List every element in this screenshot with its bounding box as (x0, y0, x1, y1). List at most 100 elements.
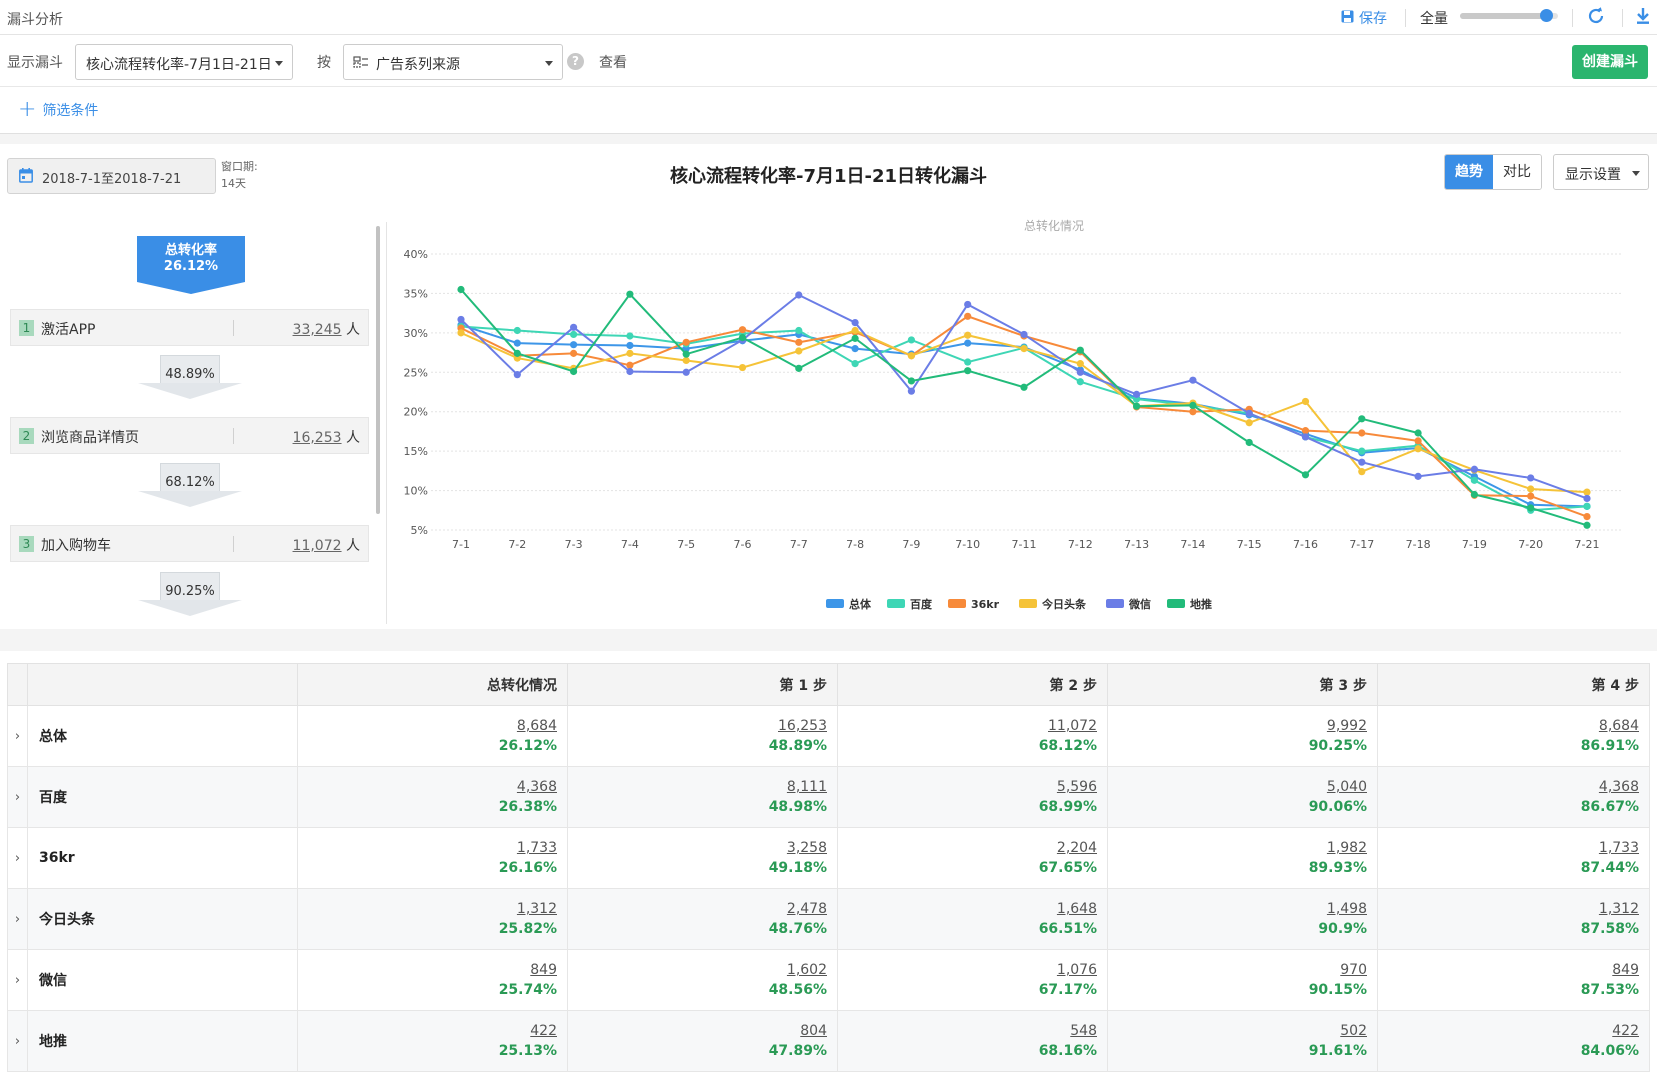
chevron-right-icon: › (14, 911, 21, 927)
cell-count-link[interactable]: 2,204 (838, 838, 1097, 858)
data-point (851, 326, 859, 335)
create-funnel-button[interactable]: 创建漏斗 (1572, 45, 1648, 79)
x-tick-label: 7-7 (790, 538, 808, 551)
expand-row-toggle[interactable]: › (7, 766, 28, 828)
chevron-right-icon: › (14, 972, 21, 988)
cell-count-link[interactable]: 3,258 (568, 838, 827, 858)
chevron-right-icon: › (14, 1033, 21, 1049)
data-point (907, 352, 916, 360)
data-point (907, 387, 916, 395)
view-label: 查看 (599, 55, 627, 71)
cell-count-link[interactable]: 1,312 (298, 899, 557, 919)
download-icon[interactable] (1636, 7, 1650, 29)
tab-trend[interactable]: 趋势 (1445, 155, 1493, 189)
cell-count-link[interactable]: 422 (298, 1021, 557, 1041)
data-point (1301, 397, 1310, 406)
cell-count-link[interactable]: 1,982 (1108, 838, 1367, 858)
column-header[interactable]: 第 4 步 (1377, 663, 1650, 706)
cell-count-link[interactable]: 849 (1378, 960, 1639, 980)
data-point (626, 341, 634, 350)
legend-swatch (1019, 599, 1037, 608)
funnel-step[interactable]: 3 加入购物车 11,072 人 (10, 525, 369, 562)
data-point (1358, 458, 1366, 466)
cell-count-link[interactable]: 1,733 (1378, 838, 1639, 858)
step-count[interactable]: 33,245 人 (293, 319, 360, 339)
data-point (1527, 485, 1535, 493)
cell-count-link[interactable]: 4,368 (298, 777, 557, 797)
y-tick-label: 10% (404, 485, 428, 498)
data-point (1470, 465, 1478, 473)
column-header (27, 663, 298, 706)
table-row: › 百度 4,368 26.38% 8,111 48.98% 5,596 68.99% 5,04… (7, 766, 1650, 828)
column-header[interactable]: 第 3 步 (1107, 663, 1378, 706)
sample-slider[interactable] (1460, 9, 1558, 22)
trend-chart: 总转化情况 5% 10% 15% 20% 25% 30% 35% 40% 7-1 7-2 7-3 7-4… (390, 206, 1657, 626)
cell-count-link[interactable]: 970 (1108, 960, 1367, 980)
funnel-step[interactable]: 2 浏览商品详情页 16,253 人 (10, 417, 369, 454)
funnel-step[interactable]: 1 激活APP 33,245 人 (10, 309, 369, 346)
refresh-icon[interactable] (1587, 7, 1605, 29)
expand-row-toggle[interactable]: › (7, 827, 28, 889)
total-conversion-label: 总转化率 (164, 243, 217, 258)
cell-count-link[interactable]: 1,498 (1108, 899, 1367, 919)
cell-count-link[interactable]: 1,076 (838, 960, 1097, 980)
cell-count-link[interactable]: 8,684 (1378, 716, 1639, 736)
column-header[interactable]: 总转化情况 (297, 663, 568, 706)
step-conversion-rate: 68.12% (165, 475, 215, 490)
cell-count-link[interactable]: 16,253 (568, 716, 827, 736)
x-tick-label: 7-4 (621, 538, 639, 551)
cell-count-link[interactable]: 1,733 (298, 838, 557, 858)
slider-knob[interactable] (1540, 9, 1554, 22)
panel-divider (386, 222, 387, 624)
legend-label: 总体 (849, 597, 872, 611)
cell-count-link[interactable]: 8,111 (568, 777, 827, 797)
help-icon[interactable]: ? (567, 53, 584, 70)
divider (1622, 9, 1623, 27)
data-point (907, 336, 916, 344)
step-count[interactable]: 11,072 人 (293, 535, 360, 555)
cell-count-link[interactable]: 8,684 (298, 716, 557, 736)
series-line (460, 293, 1588, 500)
funnel-scrollbar[interactable] (376, 226, 380, 514)
expand-row-toggle[interactable]: › (7, 1010, 28, 1072)
cell-count-link[interactable]: 1,602 (568, 960, 827, 980)
expand-row-toggle[interactable]: › (7, 949, 28, 1011)
cell-count-link[interactable]: 804 (568, 1021, 827, 1041)
data-point (1358, 468, 1366, 476)
trend-chart-svg: 总转化情况 5% 10% 15% 20% 25% 30% 35% 40% 7-1 7-2 7-3 7-4… (404, 218, 1623, 611)
cell-count-link[interactable]: 849 (298, 960, 557, 980)
column-header[interactable]: 第 1 步 (567, 663, 838, 706)
cell-count-link[interactable]: 1,648 (838, 899, 1097, 919)
table-cell: 422 84.06% (1377, 1010, 1650, 1072)
cell-count-link[interactable]: 5,040 (1108, 777, 1367, 797)
cell-count-link[interactable]: 5,596 (838, 777, 1097, 797)
expand-row-toggle[interactable]: › (7, 888, 28, 950)
step-number: 1 (19, 320, 34, 336)
funnel-select[interactable]: 核心流程转化率-7月1日-21日 (75, 44, 293, 80)
column-header[interactable]: 第 2 步 (837, 663, 1108, 706)
legend-swatch (948, 599, 966, 608)
cell-count-link[interactable]: 9,992 (1108, 716, 1367, 736)
cell-count-link[interactable]: 548 (838, 1021, 1097, 1041)
data-point (513, 326, 521, 335)
data-point (570, 330, 578, 339)
table-row: › 今日头条 1,312 25.82% 2,478 48.76% 1,648 66.51% 1,… (7, 888, 1650, 950)
cell-count-link[interactable]: 2,478 (568, 899, 827, 919)
cell-count-link[interactable]: 502 (1108, 1021, 1367, 1041)
save-button[interactable]: 保存 (1341, 8, 1387, 28)
tab-compare[interactable]: 对比 (1493, 155, 1541, 189)
data-point (1470, 490, 1478, 499)
expand-row-toggle[interactable]: › (7, 705, 28, 767)
cell-count-link[interactable]: 4,368 (1378, 777, 1639, 797)
total-conversion-pointer (137, 282, 245, 294)
group-by-select[interactable]: 广告系列来源 (343, 44, 563, 80)
cell-count-link[interactable]: 422 (1378, 1021, 1639, 1041)
table-cell: 502 91.61% (1107, 1010, 1378, 1072)
legend-label: 微信 (1128, 597, 1151, 611)
step-count[interactable]: 16,253 人 (293, 427, 360, 447)
arrow-tip (138, 383, 242, 399)
display-settings-dropdown[interactable]: 显示设置 (1553, 154, 1649, 190)
add-filter-button[interactable]: + 筛选条件 (18, 99, 98, 121)
cell-count-link[interactable]: 1,312 (1378, 899, 1639, 919)
cell-count-link[interactable]: 11,072 (838, 716, 1097, 736)
